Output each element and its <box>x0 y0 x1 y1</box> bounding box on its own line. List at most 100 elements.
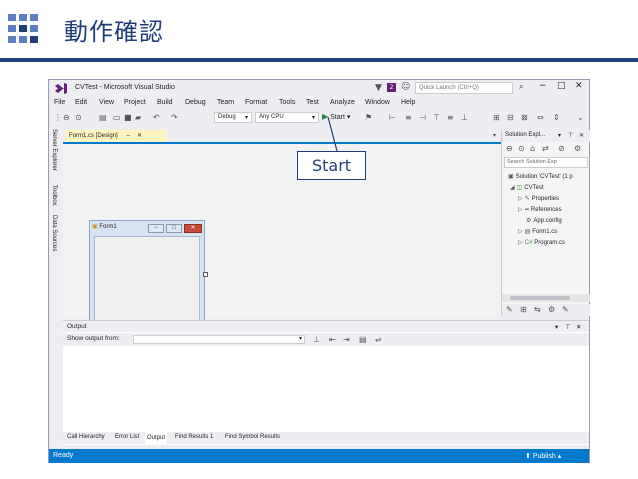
forward-icon[interactable]: ⊙ <box>518 144 525 153</box>
align-lefts-icon[interactable]: ⊢ <box>389 113 396 122</box>
panel-menu-icon[interactable]: ▾ <box>558 132 561 139</box>
sync-icon[interactable]: ⇄ <box>542 144 549 153</box>
notifications-tab-icon[interactable]: ✎ <box>562 305 569 314</box>
property-manager-tab-icon[interactable]: ⚙ <box>548 305 555 314</box>
find-message-icon[interactable]: ⊥ <box>313 335 320 344</box>
resize-handle-right[interactable] <box>203 272 208 277</box>
make-same-height-icon[interactable]: ⊟ <box>507 113 514 122</box>
tab-output[interactable]: Output <box>145 432 168 444</box>
menu-tools[interactable]: Tools <box>279 99 295 106</box>
align-bottoms-icon[interactable]: ⊥ <box>461 113 468 122</box>
menu-build[interactable]: Build <box>157 99 173 106</box>
tab-call-hierarchy[interactable]: Call Hierarchy <box>67 434 105 440</box>
tree-item-program[interactable]: ▷ C# Program.cs <box>518 239 565 246</box>
tab-find-symbol-results[interactable]: Find Symbol Results <box>225 434 280 440</box>
panel-menu-icon[interactable]: ▾ <box>555 323 558 331</box>
menu-test[interactable]: Test <box>306 99 319 106</box>
tab-toolbox[interactable]: Toolbox <box>51 185 57 206</box>
collapse-arrow-icon[interactable]: ▷ <box>518 206 523 213</box>
pending-changes-icon[interactable]: ⊘ <box>558 144 565 153</box>
solution-search-input[interactable]: Search Solution Exp <box>504 157 588 168</box>
panel-pin-icon[interactable]: ⊤ <box>568 132 573 139</box>
home-icon[interactable]: ⌂ <box>530 144 535 153</box>
tab-data-sources[interactable]: Data Sources <box>51 215 57 251</box>
menu-project[interactable]: Project <box>124 99 146 106</box>
expand-arrow-icon[interactable]: ◢ <box>510 184 515 191</box>
output-source-select[interactable]: ▾ <box>133 335 305 344</box>
solution-configuration-select[interactable]: Debug ▾ <box>214 112 252 123</box>
align-rights-icon[interactable]: ⊣ <box>419 113 426 122</box>
tab-find-results-1[interactable]: Find Results 1 <box>175 434 213 440</box>
undo-icon[interactable]: ↶ <box>153 113 160 122</box>
menu-file[interactable]: File <box>54 99 65 106</box>
pin-icon[interactable]: ⇔ <box>125 133 131 139</box>
align-tops-icon[interactable]: ⊤ <box>433 113 440 122</box>
form-designer-surface[interactable]: ▣ Form1 − □ ✕ <box>63 144 501 335</box>
menu-view[interactable]: View <box>99 99 114 106</box>
feedback-icon[interactable]: ☺ <box>401 82 410 92</box>
tab-server-explorer[interactable]: Server Explorer <box>51 129 57 171</box>
tree-item-app-config[interactable]: ⚙ App.config <box>526 217 562 224</box>
menu-window[interactable]: Window <box>365 99 390 106</box>
menu-analyze[interactable]: Analyze <box>330 99 355 106</box>
solution-platform-select[interactable]: Any CPU ▾ <box>255 112 319 123</box>
navigate-forward-icon[interactable]: ⊙ <box>75 113 82 122</box>
browser-link-icon[interactable]: ⚑ <box>365 113 372 122</box>
vertical-spacing-icon[interactable]: ⇕ <box>553 113 560 122</box>
tree-item-solution[interactable]: ▣ Solution 'CVTest' (1 p <box>508 173 573 180</box>
close-tab-icon[interactable]: ✕ <box>137 133 142 139</box>
open-file-icon[interactable]: ▭ <box>113 113 121 122</box>
navigate-back-icon[interactable]: ⊖ <box>63 113 70 122</box>
team-explorer-tab-icon[interactable]: ⊞ <box>520 305 527 314</box>
previous-message-icon[interactable]: ⇤ <box>329 335 336 344</box>
horizontal-scrollbar[interactable] <box>502 294 590 302</box>
tree-item-properties[interactable]: ▷ ✎ Properties <box>518 195 559 202</box>
minimize-icon[interactable]: − <box>539 81 547 91</box>
tree-item-form1[interactable]: ▷ ▤ Form1.cs <box>518 228 557 235</box>
tab-error-list[interactable]: Error List <box>115 434 139 440</box>
panel-close-icon[interactable]: ✕ <box>576 323 581 331</box>
menu-debug[interactable]: Debug <box>185 99 206 106</box>
quick-launch-input[interactable]: Quick Launch (Ctrl+Q) <box>415 82 513 94</box>
output-text-area[interactable] <box>63 346 589 445</box>
collapse-arrow-icon[interactable]: ▷ <box>518 239 523 246</box>
size-to-grid-icon[interactable]: ⊠ <box>521 113 528 122</box>
word-wrap-icon[interactable]: ⇌ <box>375 335 382 344</box>
scrollbar-thumb[interactable] <box>510 296 570 300</box>
menu-team[interactable]: Team <box>217 99 234 106</box>
properties-icon[interactable]: ⚙ <box>574 144 581 153</box>
class-view-tab-icon[interactable]: ⇆ <box>534 305 541 314</box>
maximize-icon[interactable]: □ <box>557 81 566 91</box>
new-project-icon[interactable]: ▤ <box>99 113 107 122</box>
publish-button[interactable]: ⬆ Publish ▴ <box>525 452 561 460</box>
horizontal-spacing-icon[interactable]: ⇔ <box>537 113 544 122</box>
tab-form1-design[interactable]: Form1.cs [Design] ⇔ ✕ <box>66 130 166 142</box>
redo-icon[interactable]: ↷ <box>171 113 178 122</box>
menu-format[interactable]: Format <box>245 99 267 106</box>
filter-flag-icon[interactable]: ▼ <box>375 83 382 93</box>
collapse-arrow-icon[interactable]: ▷ <box>518 195 523 202</box>
panel-close-icon[interactable]: ✕ <box>579 132 584 139</box>
tree-item-references[interactable]: ▷ ▪▪ References <box>518 206 562 213</box>
align-centers-icon[interactable]: ≡ <box>405 113 412 122</box>
menu-edit[interactable]: Edit <box>75 99 87 106</box>
menu-help[interactable]: Help <box>401 99 415 106</box>
tree-item-project[interactable]: ◢ ◫ CVTest <box>510 184 544 191</box>
notification-badge[interactable]: 2 <box>387 83 396 92</box>
back-icon[interactable]: ⊖ <box>506 144 513 153</box>
designer-form[interactable]: ▣ Form1 − □ ✕ <box>89 220 205 332</box>
make-same-width-icon[interactable]: ⊞ <box>493 113 500 122</box>
toolbar-overflow-icon[interactable]: ⌄ <box>577 113 584 122</box>
start-debugging-button[interactable]: ▶ Start ▾ <box>322 112 350 121</box>
clear-all-icon[interactable]: ▤ <box>359 335 367 344</box>
solution-explorer-tab-icon[interactable]: ✎ <box>506 305 513 314</box>
save-all-icon[interactable]: ▰ <box>135 113 141 122</box>
next-message-icon[interactable]: ⇥ <box>343 335 350 344</box>
align-middles-icon[interactable]: ≡ <box>447 113 454 122</box>
close-icon[interactable]: ✕ <box>575 81 583 91</box>
save-icon[interactable]: ■ <box>124 113 132 122</box>
collapse-arrow-icon[interactable]: ▷ <box>518 228 523 235</box>
tab-dropdown-icon[interactable]: ▾ <box>493 132 496 139</box>
search-icon[interactable]: ⌕ <box>519 82 523 92</box>
form-client-area[interactable] <box>94 236 200 328</box>
